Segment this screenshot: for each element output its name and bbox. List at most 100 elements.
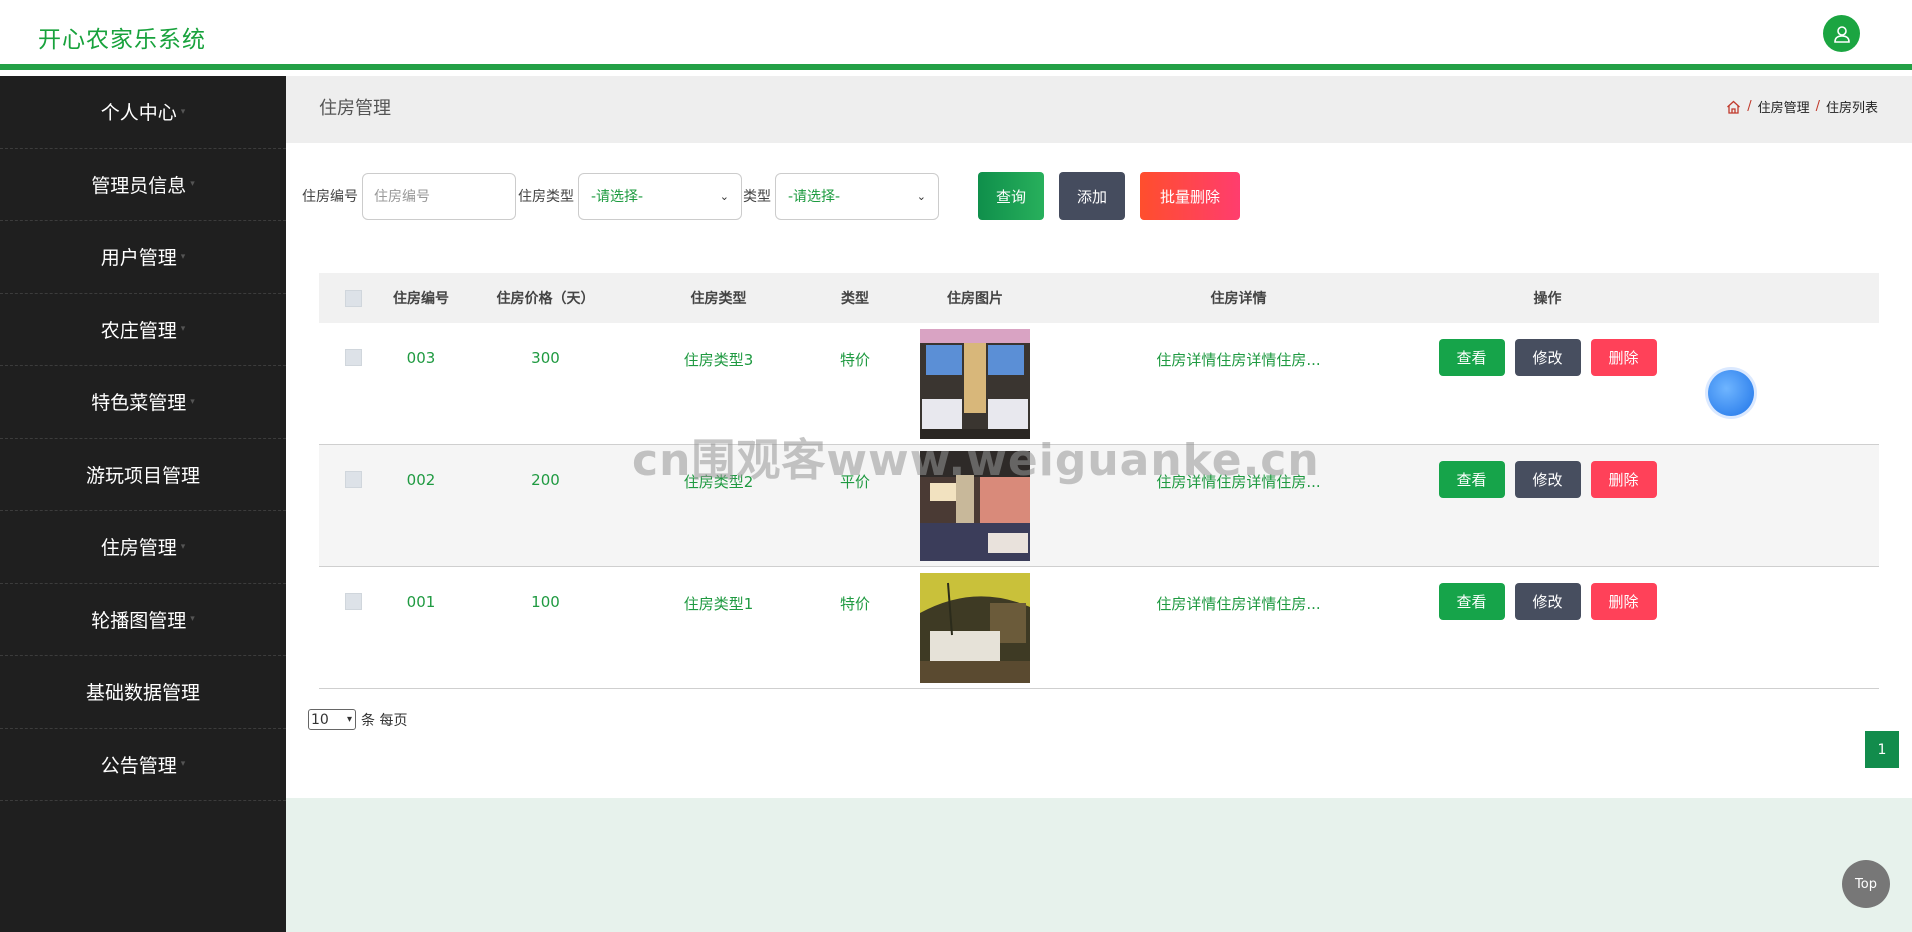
page-number-button[interactable]: 1 [1865, 731, 1899, 768]
view-button[interactable]: 查看 [1438, 461, 1505, 498]
cell-room-type: 住房类型1 [683, 595, 754, 613]
sidebar-item-base-data[interactable]: 基础数据管理 [0, 656, 286, 729]
add-button[interactable]: 添加 [1059, 172, 1125, 220]
breadcrumb-item: 住房列表 [1825, 101, 1878, 116]
sidebar-item-dishes[interactable]: 特色菜管理 ▾ [0, 366, 286, 439]
room-image-thumbnail[interactable] [920, 329, 1030, 439]
page-size-control: 10 ▾ 条 每页 [308, 709, 407, 730]
chevron-down-icon: ▾ [180, 541, 186, 552]
cell-detail: 住房详情住房详情住房... [1156, 351, 1321, 369]
room-code-input[interactable]: 住房编号 [362, 172, 516, 220]
sidebar-item-label: 个人中心 [100, 102, 177, 125]
kind-select-value: -请选择- [788, 189, 841, 205]
col-header-actions: 操作 [1533, 291, 1562, 307]
top-header: 开心农家乐系统 [0, 0, 1912, 70]
row-checkbox[interactable] [344, 593, 362, 610]
cell-actions: 查看 修改 删除 [1436, 445, 1659, 498]
app-title: 开心农家乐系统 [38, 27, 206, 53]
page-size-value: 10 [311, 711, 329, 728]
user-icon [1833, 25, 1850, 43]
delete-button[interactable]: 删除 [1590, 461, 1657, 498]
cell-price: 100 [531, 593, 560, 611]
user-avatar-icon[interactable] [1823, 15, 1860, 52]
chevron-down-icon: ▾ [180, 324, 186, 335]
delete-button[interactable]: 删除 [1590, 339, 1657, 376]
cell-detail: 住房详情住房详情住房... [1156, 595, 1321, 613]
row-checkbox-cell [319, 323, 387, 366]
cell-price: 300 [531, 349, 560, 367]
delete-button[interactable]: 删除 [1590, 583, 1657, 620]
breadcrumb-separator: / [1747, 99, 1752, 114]
cell-code: 002 [406, 471, 436, 489]
row-checkbox-cell [319, 445, 387, 488]
chevron-down-icon: ⌄ [719, 189, 729, 203]
room-type-label: 住房类型 [518, 189, 574, 205]
floating-assistant-icon[interactable] [1708, 370, 1754, 416]
sidebar-item-carousel[interactable]: 轮播图管理 ▾ [0, 584, 286, 656]
chevron-down-icon: ▾ [180, 106, 186, 117]
main-area: 住房管理 / 住房管理 / 住房列表 住房编号 住房编号 住房类型 -请选择- ⌄… [286, 76, 1912, 932]
cell-room-type: 住房类型3 [683, 351, 754, 369]
sidebar-item-label: 住房管理 [100, 537, 177, 560]
cell-code: 003 [406, 349, 436, 367]
sidebar-item-label: 用户管理 [100, 247, 177, 270]
edit-button[interactable]: 修改 [1514, 339, 1581, 376]
sidebar-item-label: 基础数据管理 [85, 682, 200, 705]
sidebar-item-label: 管理员信息 [91, 174, 187, 197]
title-bar: 住房管理 / 住房管理 / 住房列表 [286, 76, 1912, 143]
cell-price: 200 [531, 471, 560, 489]
sidebar-nav: 个人中心 ▾ 管理员信息 ▾ 用户管理 ▾ 农庄管理 ▾ 特色菜管理 ▾ 游玩项目管理 住… [0, 76, 286, 932]
cell-actions: 查看 修改 删除 [1436, 323, 1659, 376]
sidebar-item-admin-info[interactable]: 管理员信息 ▾ [0, 149, 286, 221]
row-checkbox[interactable] [344, 471, 362, 488]
sidebar-item-label: 轮播图管理 [91, 609, 187, 632]
chevron-down-icon: ▾ [190, 396, 195, 407]
home-icon[interactable] [1726, 100, 1741, 114]
breadcrumb-separator: / [1815, 99, 1820, 114]
chevron-down-icon: ▾ [180, 759, 186, 770]
edit-button[interactable]: 修改 [1514, 583, 1581, 620]
query-button[interactable]: 查询 [978, 172, 1044, 220]
cell-image [909, 323, 1041, 439]
col-header-code: 住房编号 [393, 291, 449, 307]
cell-kind: 特价 [839, 351, 870, 369]
sidebar-item-label: 游玩项目管理 [85, 464, 200, 487]
batch-delete-button[interactable]: 批量删除 [1140, 172, 1240, 220]
breadcrumb-item[interactable]: 住房管理 [1758, 97, 1810, 116]
col-header-price: 住房价格（天） [496, 291, 595, 307]
row-checkbox-cell [319, 567, 387, 610]
col-header-kind: 类型 [841, 291, 869, 307]
sidebar-item-personal-center[interactable]: 个人中心 ▾ [0, 76, 286, 149]
select-all-cell [319, 289, 387, 307]
watermark-text: cn围观客www.weiguanke.cn [632, 435, 1320, 486]
room-type-select-value: -请选择- [591, 189, 644, 205]
chevron-down-icon: ▾ [180, 251, 186, 262]
sidebar-item-activities[interactable]: 游玩项目管理 [0, 439, 286, 511]
table-header: 住房编号 住房价格（天） 住房类型 类型 住房图片 住房详情 操作 [319, 273, 1879, 323]
sidebar-item-notices[interactable]: 公告管理 ▾ [0, 729, 286, 801]
sidebar-item-label: 农庄管理 [100, 319, 177, 342]
view-button[interactable]: 查看 [1438, 583, 1505, 620]
row-checkbox[interactable] [344, 349, 362, 366]
edit-button[interactable]: 修改 [1514, 461, 1581, 498]
search-bar: 住房编号 住房编号 住房类型 -请选择- ⌄ 类型 -请选择- ⌄ 查询 添加 批量… [302, 171, 1240, 221]
col-header-image: 住房图片 [947, 291, 1003, 307]
chevron-down-icon: ⌄ [916, 189, 926, 203]
cell-code: 001 [406, 593, 436, 611]
room-code-label: 住房编号 [302, 189, 358, 205]
back-to-top-button[interactable]: Top [1842, 860, 1890, 908]
view-button[interactable]: 查看 [1438, 339, 1505, 376]
sidebar-item-farm[interactable]: 农庄管理 ▾ [0, 294, 286, 366]
chevron-down-icon: ▾ [190, 179, 195, 190]
page-title: 住房管理 [319, 98, 391, 119]
select-all-checkbox[interactable] [344, 289, 362, 307]
page-size-select[interactable]: 10 ▾ [308, 709, 356, 730]
col-header-detail: 住房详情 [1210, 291, 1267, 307]
table-row: 001 100 住房类型1 特价 住房详情住房详情住房... 查看 修改 删除 [319, 567, 1879, 689]
sidebar-item-housing[interactable]: 住房管理 ▾ [0, 511, 286, 584]
kind-select[interactable]: -请选择- ⌄ [775, 172, 939, 220]
room-image-thumbnail[interactable] [920, 573, 1030, 683]
room-type-select[interactable]: -请选择- ⌄ [578, 172, 742, 220]
sidebar-item-users[interactable]: 用户管理 ▾ [0, 221, 286, 294]
sidebar-item-label: 公告管理 [100, 754, 177, 777]
